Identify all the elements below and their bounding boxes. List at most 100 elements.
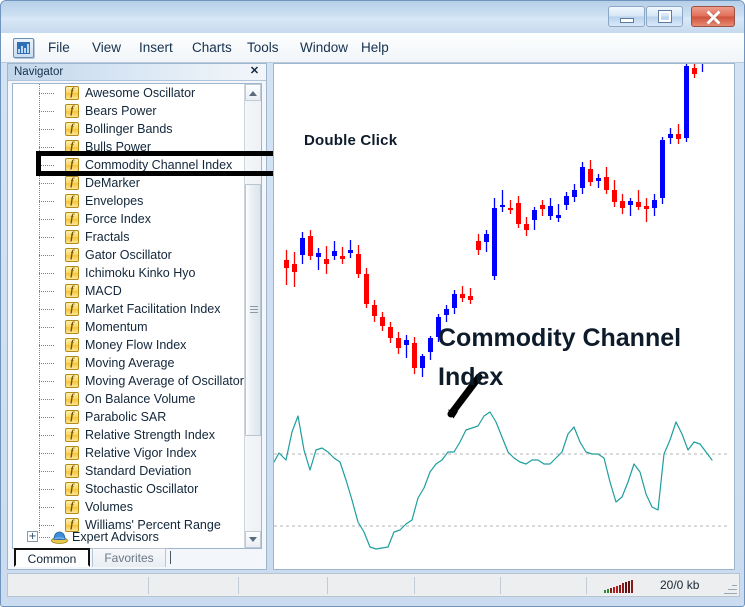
candle-body (444, 309, 449, 315)
tree-row[interactable]: f Ichimoku Kinko Hyo (13, 264, 246, 282)
navigator-panel: Navigator ✕ f Awesome Oscillator f Bears Po… (7, 63, 267, 570)
tree-row[interactable]: f Commodity Channel Index (13, 156, 246, 174)
tree-row[interactable]: f On Balance Volume (13, 390, 246, 408)
tree-row[interactable]: f Stochastic Oscillator (13, 480, 246, 498)
window-minimize-button[interactable] (608, 6, 645, 27)
menu-item-help[interactable]: Help (354, 37, 396, 58)
candle-body (676, 134, 681, 139)
signal-bar (607, 588, 609, 593)
status-separator (586, 577, 587, 594)
tree-row[interactable]: f Force Index (13, 210, 246, 228)
indicator-function-icon: f (65, 266, 79, 280)
navigator-scrollbar[interactable] (244, 84, 261, 548)
tree-label: Commodity Channel Index (85, 158, 233, 172)
expand-icon[interactable]: + (27, 531, 38, 542)
tree-row[interactable]: f Bollinger Bands (13, 120, 246, 138)
tree-connector (39, 480, 65, 498)
tree-connector (39, 462, 65, 480)
candle-body (652, 200, 657, 208)
tree-row[interactable]: f Relative Vigor Index (13, 444, 246, 462)
candle-body (604, 177, 609, 190)
application-icon-glyph (17, 42, 30, 54)
tree-label: Bollinger Bands (85, 122, 173, 136)
window-close-button[interactable] (691, 6, 735, 27)
tab-common[interactable]: Common (14, 548, 90, 567)
tree-row[interactable]: f Standard Deviation (13, 462, 246, 480)
candle-body (428, 338, 433, 352)
scroll-down-button[interactable] (245, 531, 261, 548)
candle-body (468, 296, 473, 300)
tree-label: Envelopes (85, 194, 144, 208)
candle-body (572, 190, 577, 197)
resize-grip-icon[interactable] (723, 580, 737, 594)
status-separator (414, 577, 415, 594)
candle-body (628, 201, 633, 205)
tree-row[interactable]: f Fractals (13, 228, 246, 246)
tree-label: Moving Average of Oscillator (85, 374, 244, 388)
application-window: FileViewInsertChartsToolsWindowHelp _ ❐ … (0, 0, 745, 607)
tree-connector (39, 156, 65, 174)
tree-row-expert-advisors[interactable]: + Expert Advisors (13, 528, 246, 546)
navigator-tree[interactable]: f Awesome Oscillator f Bears Power f Bollinge… (13, 84, 246, 548)
title-bar (1, 1, 744, 34)
tree-label: Money Flow Index (85, 338, 187, 352)
tree-connector (39, 228, 65, 246)
scrollbar-thumb[interactable] (245, 184, 261, 436)
tree-connector (39, 138, 65, 156)
tree-connector (39, 318, 65, 336)
tree-connector (39, 192, 65, 210)
tree-label: Market Facilitation Index (85, 302, 221, 316)
candle-body (564, 196, 569, 205)
status-bar: 20/0 kb (7, 573, 740, 597)
tree-connector (39, 537, 51, 538)
menu-item-view[interactable]: View (85, 37, 128, 58)
tree-row[interactable]: f Money Flow Index (13, 336, 246, 354)
navigator-close-icon[interactable]: ✕ (248, 65, 261, 78)
tree-row[interactable]: f Parabolic SAR (13, 408, 246, 426)
scrollbar-grip-icon (250, 306, 258, 314)
tree-row[interactable]: f DeMarker (13, 174, 246, 192)
tree-row[interactable]: f Moving Average of Oscillator (13, 372, 246, 390)
tree-row[interactable]: f Market Facilitation Index (13, 300, 246, 318)
tree-label: Volumes (85, 500, 133, 514)
tree-row[interactable]: f Bulls Power (13, 138, 246, 156)
status-separator (148, 577, 149, 594)
candle-body (300, 238, 305, 255)
tree-label: Relative Strength Index (85, 428, 215, 442)
annotation-double-click: Double Click (304, 132, 398, 149)
tree-row[interactable]: f MACD (13, 282, 246, 300)
connection-bars-icon (604, 579, 634, 593)
candle-body (324, 259, 329, 264)
candle-body (692, 68, 697, 74)
tree-connector (39, 408, 65, 426)
scroll-up-button[interactable] (245, 84, 261, 101)
indicator-function-icon: f (65, 320, 79, 334)
tree-connector (39, 426, 65, 444)
indicator-level-lines (274, 453, 729, 527)
tree-row[interactable]: f Volumes (13, 498, 246, 516)
indicator-function-icon: f (65, 194, 79, 208)
tree-row[interactable]: f Relative Strength Index (13, 426, 246, 444)
indicator-function-icon: f (65, 104, 79, 118)
tree-row[interactable]: f Momentum (13, 318, 246, 336)
tree-row[interactable]: f Gator Oscillator (13, 246, 246, 264)
tree-connector (39, 102, 65, 120)
tab-favorites[interactable]: Favorites (92, 548, 166, 567)
tab-caret (170, 551, 171, 564)
tree-row[interactable]: f Awesome Oscillator (13, 84, 246, 102)
tree-row[interactable]: f Moving Average (13, 354, 246, 372)
tree-row[interactable]: f Bears Power (13, 102, 246, 120)
candle-body (532, 210, 537, 220)
candle-body (460, 294, 465, 298)
menu-item-charts[interactable]: Charts (185, 37, 239, 58)
status-separator (238, 577, 239, 594)
menu-item-insert[interactable]: Insert (132, 37, 180, 58)
window-maximize-button[interactable] (646, 6, 683, 27)
menu-item-file[interactable]: File (41, 37, 77, 58)
menu-item-window[interactable]: Window (293, 37, 355, 58)
candle-body (316, 253, 321, 257)
tree-row[interactable]: f Envelopes (13, 192, 246, 210)
tree-connector (39, 246, 65, 264)
candle-body (668, 134, 673, 138)
menu-item-tools[interactable]: Tools (240, 37, 286, 58)
